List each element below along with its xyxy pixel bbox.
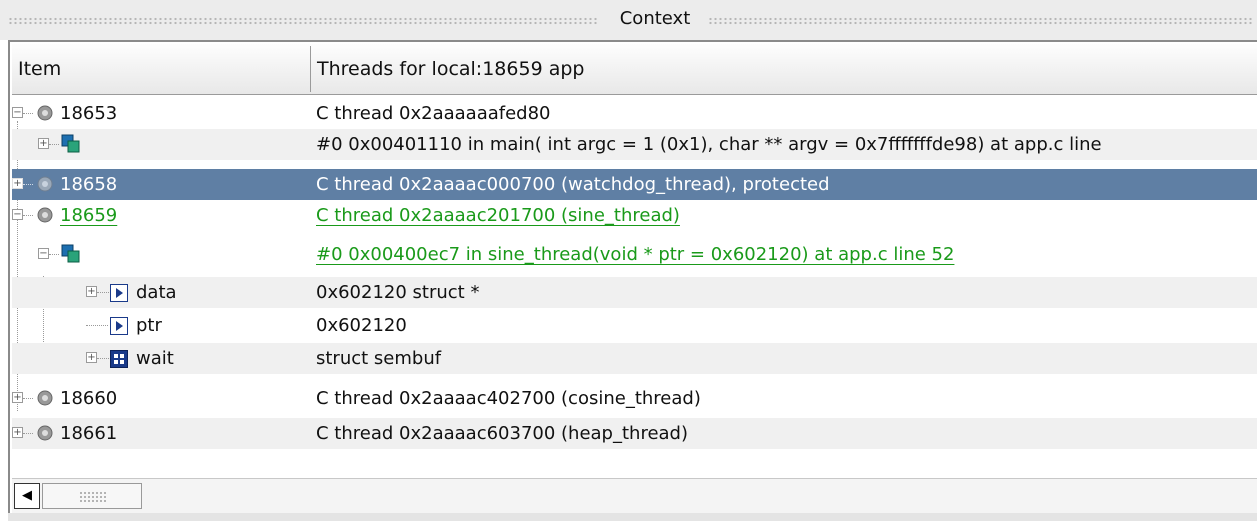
expand-icon[interactable]: + <box>12 392 23 403</box>
stack-frame-icon <box>61 134 80 153</box>
pointer-var-icon <box>110 284 128 302</box>
variable-name: data <box>136 282 177 303</box>
gear-icon <box>37 425 53 441</box>
tree-row-18660[interactable]: + 18660 C thread 0x2aaaac402700 (cosine_… <box>12 383 1257 414</box>
grip-icon <box>79 491 107 503</box>
struct-var-icon <box>110 350 128 368</box>
collapse-icon[interactable]: − <box>12 107 23 118</box>
pointer-var-icon <box>110 317 128 335</box>
tree-row-18661[interactable]: + 18661 C thread 0x2aaaac603700 (heap_th… <box>12 418 1257 449</box>
thread-value: C thread 0x2aaaac402700 (cosine_thread) <box>316 388 701 409</box>
thread-value: C thread 0x2aaaac000700 (watchdog_thread… <box>316 174 830 195</box>
tree-row-var-ptr[interactable]: ptr 0x602120 <box>12 310 1257 341</box>
tree-row-frame-sine[interactable]: − #0 0x00400ec7 in sine_thread(void * pt… <box>12 239 1257 270</box>
tree-connector <box>23 215 33 217</box>
expand-icon[interactable]: + <box>12 427 23 438</box>
horizontal-scrollbar[interactable]: ◀ <box>12 478 1257 513</box>
column-header-item[interactable]: Item <box>12 44 310 94</box>
thread-value: C thread 0x2aaaac603700 (heap_thread) <box>316 423 689 444</box>
thread-value: C thread 0x2aaaac201700 (sine_thread) <box>316 205 680 226</box>
tree-row-18658[interactable]: + 18658 C thread 0x2aaaac000700 (watchdo… <box>12 169 1257 200</box>
tree-connector <box>23 184 33 186</box>
frame-value: #0 0x00400ec7 in sine_thread(void * ptr … <box>316 244 955 265</box>
variable-value: 0x602120 <box>316 315 407 336</box>
panel-bottom-edge <box>8 513 1257 521</box>
column-header: Item Threads for local:18659 app <box>12 44 1257 95</box>
gear-icon <box>37 105 53 121</box>
tree-row-18659[interactable]: − 18659 C thread 0x2aaaac201700 (sine_th… <box>12 200 1257 231</box>
tree-connector <box>86 325 108 327</box>
drag-grip-right <box>708 17 1253 25</box>
tree-row-18653[interactable]: − 18653 C thread 0x2aaaaaafed80 <box>12 98 1257 129</box>
gear-icon <box>37 390 53 406</box>
column-header-value[interactable]: Threads for local:18659 app <box>311 44 1257 94</box>
thread-id-label: 18660 <box>60 388 118 409</box>
gear-icon <box>37 207 53 223</box>
scrollbar-thumb[interactable] <box>42 483 142 509</box>
expand-icon[interactable]: + <box>86 286 97 297</box>
tree-connector <box>49 144 59 146</box>
thread-id-label: 18658 <box>60 174 118 195</box>
drag-grip-left <box>8 17 598 25</box>
stack-frame-icon <box>61 244 80 263</box>
scroll-left-button[interactable]: ◀ <box>14 483 40 509</box>
variable-value: 0x602120 struct * <box>316 282 480 303</box>
thread-value: C thread 0x2aaaaaafed80 <box>316 103 551 124</box>
expand-icon[interactable]: + <box>86 352 97 363</box>
tree-row-frame-main[interactable]: + #0 0x00401110 in main( int argc = 1 (0… <box>12 129 1257 160</box>
tree-connector <box>23 113 33 115</box>
tree-connector <box>23 433 33 435</box>
expand-icon[interactable]: + <box>12 178 23 189</box>
variable-name: wait <box>136 348 174 369</box>
tree-connector <box>97 292 109 294</box>
variable-value: struct sembuf <box>316 348 442 369</box>
thread-id-label: 18659 <box>60 205 118 226</box>
collapse-icon[interactable]: − <box>38 248 49 259</box>
panel-title: Context <box>619 8 691 29</box>
variable-name: ptr <box>136 315 162 336</box>
panel-titlebar[interactable]: Context <box>0 0 1257 40</box>
thread-id-label: 18653 <box>60 103 118 124</box>
frame-value: #0 0x00401110 in main( int argc = 1 (0x1… <box>316 134 1102 155</box>
tree-connector <box>49 254 59 256</box>
tree-row-var-wait[interactable]: + wait struct sembuf <box>12 343 1257 374</box>
tree-connector <box>23 398 33 400</box>
thread-id-label: 18661 <box>60 423 118 444</box>
gear-icon <box>37 176 53 192</box>
tree-row-var-data[interactable]: + data 0x602120 struct * <box>12 277 1257 308</box>
collapse-icon[interactable]: − <box>12 209 23 220</box>
expand-icon[interactable]: + <box>38 138 49 149</box>
tree-connector <box>97 358 109 360</box>
